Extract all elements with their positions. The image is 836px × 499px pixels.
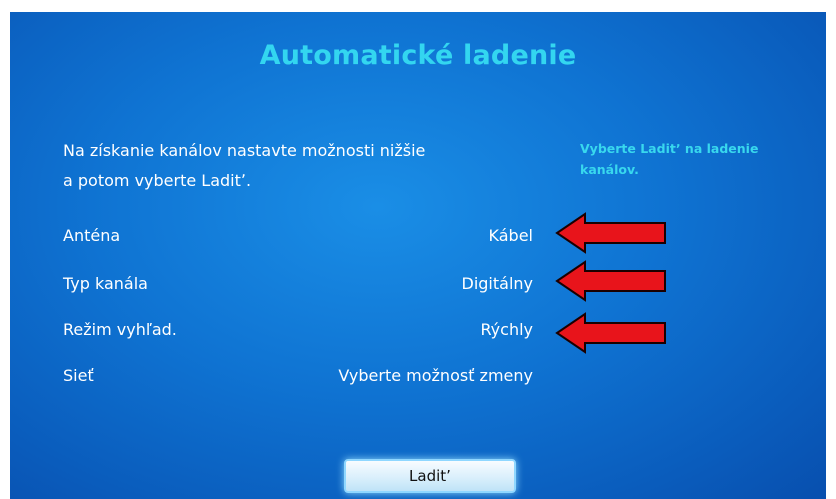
instruction-line-2: a potom vyberte Laditʼ.	[63, 171, 252, 190]
help-text: Vyberte Laditʼ na ladenie kanálov.	[580, 138, 790, 180]
left-arrow-icon	[555, 212, 666, 254]
setting-label: Typ kanála	[63, 274, 148, 293]
tune-button[interactable]: Laditʼ	[344, 459, 516, 493]
setting-row-network[interactable]: Sieť Vyberte možnosť zmeny	[63, 360, 533, 390]
setting-label: Sieť	[63, 366, 94, 385]
tv-screen: Automatické ladenie Na získanie kanálov …	[10, 12, 826, 499]
instruction-line-1: Na získanie kanálov nastavte možnosti ni…	[63, 141, 426, 160]
setting-value: Vyberte možnosť zmeny	[338, 366, 533, 385]
setting-row-search-mode[interactable]: Režim vyhľad. Rýchly	[63, 314, 533, 344]
setting-label: Anténa	[63, 226, 121, 245]
page-title: Automatické ladenie	[259, 40, 577, 71]
setting-label: Režim vyhľad.	[63, 320, 177, 339]
help-line-1: Vyberte Laditʼ na ladenie	[580, 141, 759, 156]
setting-value: Digitálny	[461, 274, 534, 293]
left-arrow-icon	[555, 260, 666, 302]
setting-value: Rýchly	[480, 320, 533, 339]
setting-value: Kábel	[488, 226, 533, 245]
setting-row-channel-type[interactable]: Typ kanála Digitálny	[63, 268, 533, 298]
instruction-text: Na získanie kanálov nastavte možnosti ni…	[63, 136, 533, 196]
setting-row-antenna[interactable]: Anténa Kábel	[63, 220, 533, 250]
left-arrow-icon	[555, 312, 666, 354]
help-line-2: kanálov.	[580, 162, 639, 177]
